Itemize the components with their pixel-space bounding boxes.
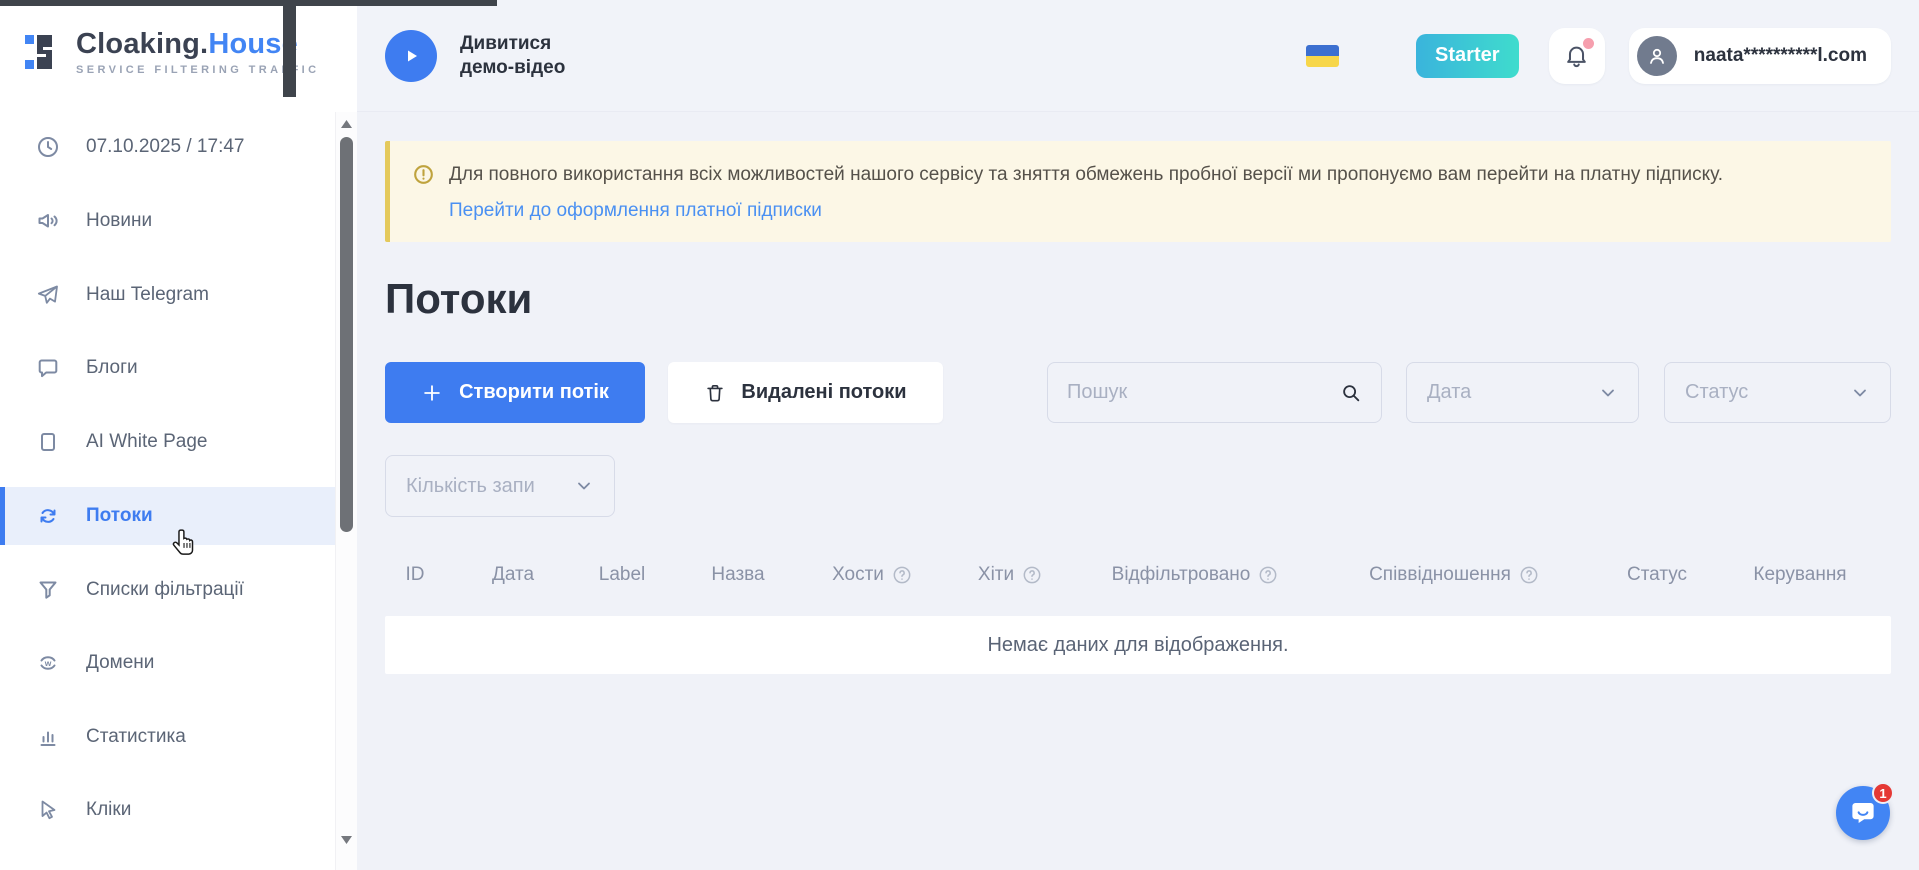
- sidebar-item-label: Списки фільтрації: [86, 579, 244, 601]
- table-empty-state: Немає даних для відображення.: [385, 616, 1891, 674]
- play-icon: [399, 44, 423, 68]
- toolbar: Створити потік Видалені потоки Дата: [385, 362, 1891, 423]
- domain-icon: w: [36, 651, 60, 675]
- user-account-button[interactable]: naata**********l.com: [1629, 28, 1891, 84]
- clicks-icon: [36, 798, 60, 822]
- scroll-up-icon[interactable]: [339, 118, 354, 130]
- sidebar-item-flows[interactable]: Потоки: [0, 487, 335, 545]
- column-ratio: Співвідношення: [1301, 564, 1607, 586]
- chevron-down-icon: [1850, 383, 1870, 403]
- search-input[interactable]: [1067, 381, 1340, 404]
- brand-name: Cloaking.House: [76, 28, 298, 60]
- scroll-down-icon[interactable]: [339, 834, 354, 846]
- sidebar-item-label: Новини: [86, 210, 152, 232]
- language-flag-ukraine[interactable]: [1306, 45, 1339, 67]
- sidebar-item-blogs[interactable]: Блоги: [0, 339, 335, 397]
- sidebar-item-ai-white-page[interactable]: AI White Page: [0, 413, 335, 471]
- sidebar-item-label: AI White Page: [86, 431, 207, 453]
- plus-icon: [421, 382, 443, 404]
- plan-badge-button[interactable]: Starter: [1416, 34, 1519, 78]
- sidebar-item-telegram[interactable]: Наш Telegram: [0, 266, 335, 324]
- column-hosts: Хости: [813, 564, 931, 586]
- column-status: Статус: [1607, 564, 1707, 586]
- chat-widget-button[interactable]: 1: [1836, 786, 1890, 840]
- sidebar-item-filter-lists[interactable]: Списки фільтрації: [0, 561, 335, 619]
- records-count-dropdown[interactable]: Кількість запи: [385, 455, 615, 517]
- search-field[interactable]: [1047, 362, 1382, 423]
- chevron-down-icon: [574, 476, 594, 496]
- chat-bubble-icon: [36, 356, 60, 380]
- column-filtered: Відфільтровано: [1089, 564, 1301, 586]
- notification-dot: [1583, 38, 1594, 49]
- chevron-down-icon: [1598, 383, 1618, 403]
- logo-icon: [24, 30, 64, 74]
- column-hits: Хіти: [931, 564, 1089, 586]
- sidebar-item-news[interactable]: Новини: [0, 192, 335, 250]
- chat-smile-icon: [1848, 798, 1878, 828]
- date-filter-dropdown[interactable]: Дата: [1406, 362, 1639, 423]
- search-icon[interactable]: [1340, 382, 1362, 404]
- column-name: Назва: [663, 564, 813, 586]
- sidebar: Cloaking.House SERVICE FILTERING TRAFFIC…: [0, 0, 357, 870]
- demo-video-label[interactable]: Дивитися демо-відео: [460, 32, 578, 80]
- megaphone-icon: [36, 209, 60, 233]
- help-icon[interactable]: [1258, 565, 1278, 585]
- sidebar-item-label: Блоги: [86, 357, 138, 379]
- column-id: ID: [385, 564, 445, 586]
- svg-text:w: w: [44, 658, 52, 668]
- warning-icon: [413, 164, 434, 185]
- scrollbar-thumb[interactable]: [340, 137, 353, 532]
- sidebar-item-label: Кліки: [86, 799, 131, 821]
- app-logo[interactable]: Cloaking.House SERVICE FILTERING TRAFFIC: [24, 28, 320, 76]
- help-icon[interactable]: [892, 565, 912, 585]
- sidebar-item-label: Статистика: [86, 726, 186, 748]
- top-edge-bar: [0, 0, 497, 6]
- subscribe-link[interactable]: Перейти до оформлення платної підписки: [449, 200, 822, 222]
- sidebar-item-label: Домени: [86, 652, 154, 674]
- notifications-button[interactable]: [1549, 28, 1605, 84]
- main-area: Дивитися демо-відео Starter naata*******…: [357, 0, 1919, 870]
- create-flow-button[interactable]: Створити потік: [385, 362, 645, 423]
- avatar: [1637, 36, 1677, 76]
- page-title: Потоки: [385, 276, 1891, 322]
- flows-icon: [36, 504, 60, 528]
- help-icon[interactable]: [1022, 565, 1042, 585]
- top-header: Дивитися демо-відео Starter naata*******…: [357, 0, 1919, 112]
- column-date: Дата: [445, 564, 581, 586]
- sidebar-item-clicks[interactable]: Кліки: [0, 781, 335, 839]
- table-header: ID Дата Label Назва Хости Хіти Відфільтр…: [385, 564, 1891, 586]
- column-label: Label: [581, 564, 663, 586]
- play-demo-button[interactable]: [385, 30, 437, 82]
- column-controls: Керування: [1707, 564, 1893, 586]
- banner-text: Для повного використання всіх можливосте…: [449, 162, 1723, 187]
- sidebar-item-label: Потоки: [86, 505, 153, 527]
- page-icon: [36, 430, 60, 454]
- top-edge-strip: [283, 0, 296, 97]
- sidebar-item-label: Наш Telegram: [86, 284, 209, 306]
- sidebar-scrollbar[interactable]: [335, 112, 357, 870]
- stats-icon: [36, 725, 60, 749]
- chat-unread-badge: 1: [1872, 782, 1894, 804]
- telegram-icon: [36, 283, 60, 307]
- deleted-flows-button[interactable]: Видалені потоки: [668, 362, 943, 423]
- trial-warning-banner: Для повного використання всіх можливосте…: [385, 141, 1891, 242]
- sidebar-item-label: 07.10.2025 / 17:47: [86, 136, 244, 158]
- trash-icon: [704, 382, 726, 404]
- sidebar-item-domains[interactable]: w Домени: [0, 634, 335, 692]
- status-filter-dropdown[interactable]: Статус: [1664, 362, 1891, 423]
- filter-icon: [36, 578, 60, 602]
- sidebar-item-datetime: 07.10.2025 / 17:47: [0, 118, 335, 176]
- user-email: naata**********l.com: [1694, 45, 1867, 67]
- sidebar-item-statistics[interactable]: Статистика: [0, 708, 335, 766]
- help-icon[interactable]: [1519, 565, 1539, 585]
- clock-icon: [36, 135, 60, 159]
